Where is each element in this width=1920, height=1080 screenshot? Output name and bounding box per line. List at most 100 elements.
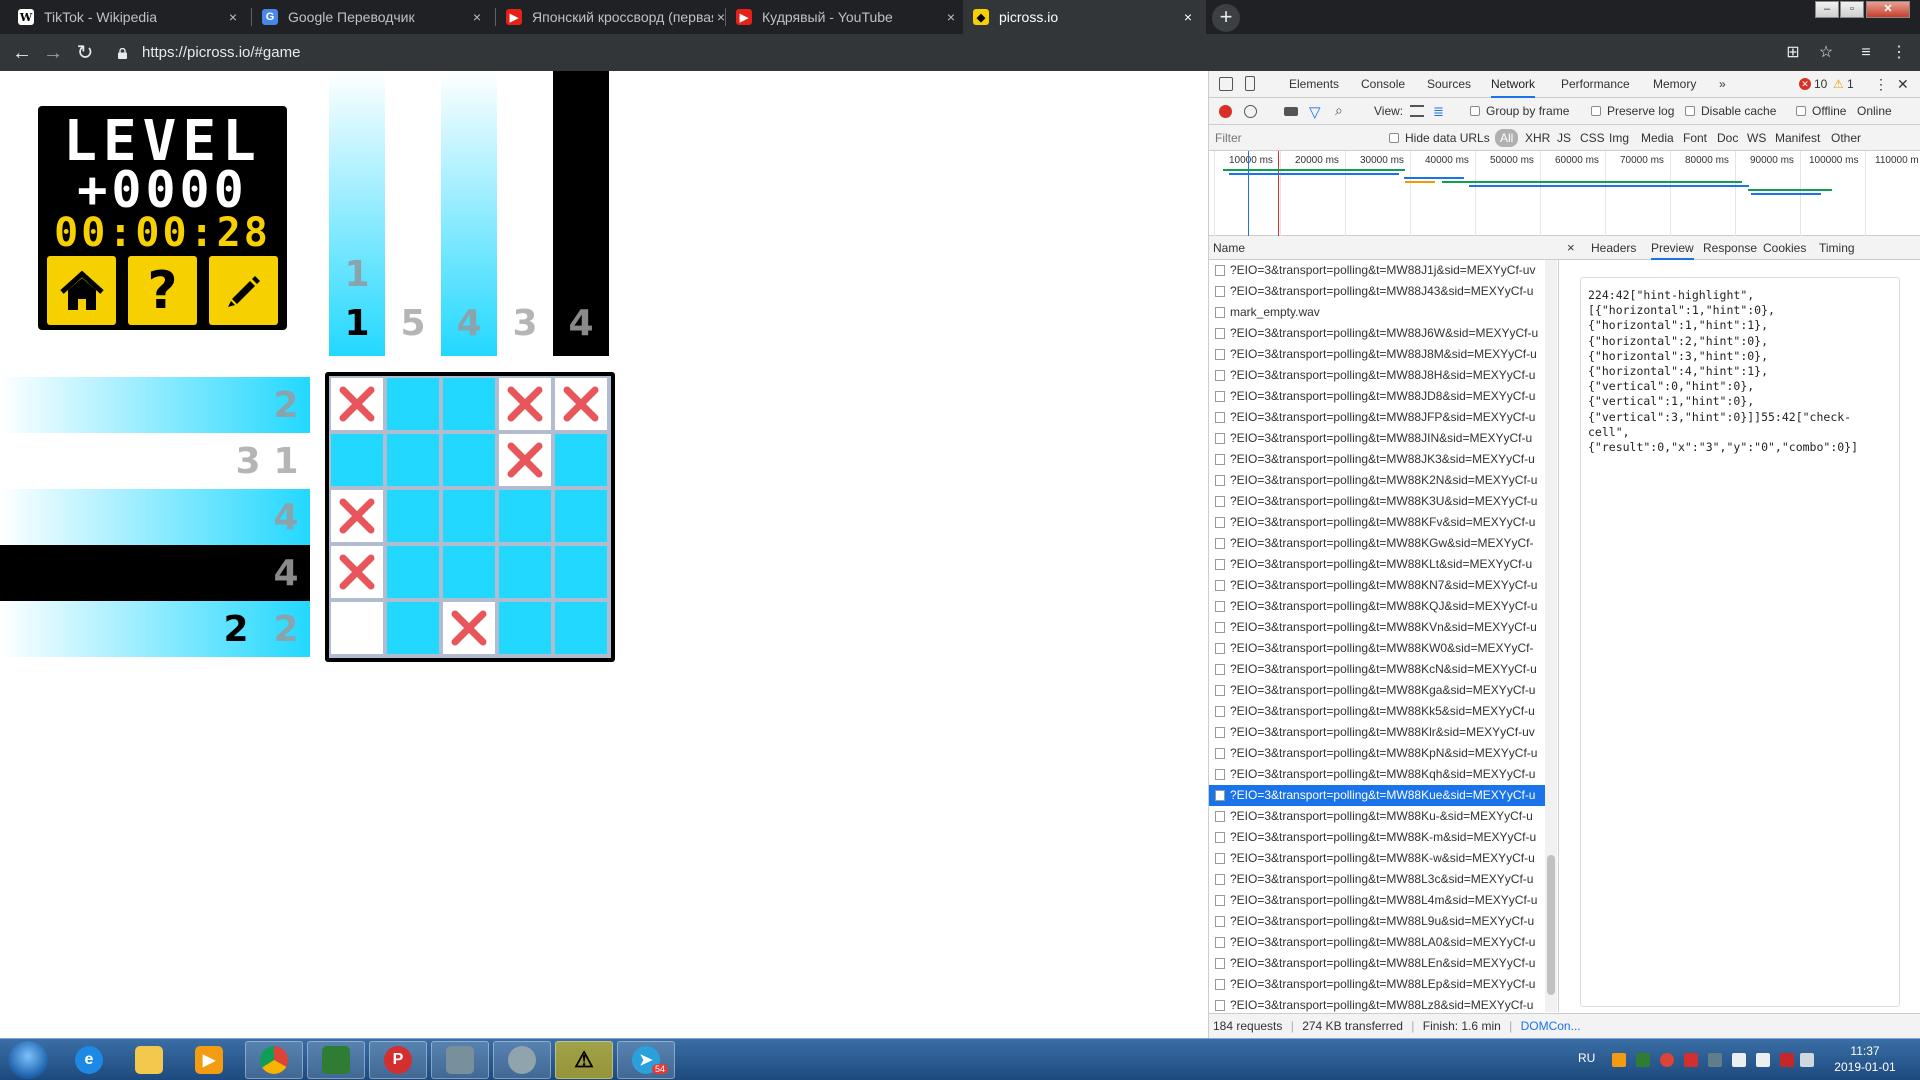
filter-input[interactable] xyxy=(1213,128,1383,148)
grid-cell-marked[interactable] xyxy=(331,490,383,542)
filter-manifest[interactable]: Manifest xyxy=(1775,125,1820,151)
detail-tab-timing[interactable]: Timing xyxy=(1819,236,1855,260)
grid-cell-filled[interactable] xyxy=(387,546,439,598)
request-row[interactable]: ?EIO=3&transport=polling&t=MW88KN7&sid=M… xyxy=(1209,575,1549,596)
tray-psiphon-icon[interactable] xyxy=(1684,1053,1698,1067)
request-row[interactable]: ?EIO=3&transport=polling&t=MW88K-m&sid=M… xyxy=(1209,827,1549,848)
filter-icon[interactable]: ▽ xyxy=(1309,103,1321,121)
inspect-icon[interactable] xyxy=(1219,77,1233,91)
error-count[interactable]: 10 xyxy=(1814,71,1827,98)
request-row[interactable]: ?EIO=3&transport=polling&t=MW88KW0&sid=M… xyxy=(1209,638,1549,659)
request-row[interactable]: ?EIO=3&transport=polling&t=MW88Kue&sid=M… xyxy=(1209,785,1549,806)
request-row[interactable]: ?EIO=3&transport=polling&t=MW88L3c&sid=M… xyxy=(1209,869,1549,890)
settings-menu-icon[interactable]: ⋮ xyxy=(1874,71,1888,98)
request-row[interactable]: ?EIO=3&transport=polling&t=MW88Ku-&sid=M… xyxy=(1209,806,1549,827)
grid-cell-filled[interactable] xyxy=(555,490,607,542)
grid-cell-marked[interactable] xyxy=(331,546,383,598)
request-row[interactable]: ?EIO=3&transport=polling&t=MW88Klr&sid=M… xyxy=(1209,722,1549,743)
tray-icon[interactable] xyxy=(1636,1053,1650,1067)
warning-count[interactable]: 1 xyxy=(1847,71,1854,98)
request-row[interactable]: ?EIO=3&transport=polling&t=MW88Kk5&sid=M… xyxy=(1209,701,1549,722)
grid-cell-marked[interactable] xyxy=(331,378,383,430)
tab-sources[interactable]: Sources xyxy=(1427,71,1471,98)
reload-icon[interactable]: ↻ xyxy=(72,40,98,66)
request-row[interactable]: ?EIO=3&transport=polling&t=MW88KVn&sid=M… xyxy=(1209,617,1549,638)
device-toggle-icon[interactable] xyxy=(1245,76,1255,91)
clock[interactable]: 11:37 2019-01-01 xyxy=(1820,1043,1910,1075)
request-row[interactable]: ?EIO=3&transport=polling&t=MW88J8H&sid=M… xyxy=(1209,365,1549,386)
taskbar-telegram[interactable]: ➤ 54 xyxy=(617,1041,675,1079)
close-detail-icon[interactable]: × xyxy=(1567,236,1575,260)
request-row[interactable]: ?EIO=3&transport=polling&t=MW88J8M&sid=M… xyxy=(1209,344,1549,365)
grid-cell-filled[interactable] xyxy=(555,546,607,598)
request-row[interactable]: ?EIO=3&transport=polling&t=MW88LEp&sid=M… xyxy=(1209,974,1549,995)
detail-tab-cookies[interactable]: Cookies xyxy=(1763,236,1806,260)
tab-memory[interactable]: Memory xyxy=(1653,71,1696,98)
detail-tab-response[interactable]: Response xyxy=(1703,236,1757,260)
request-list-scrollbar[interactable] xyxy=(1545,260,1557,1012)
request-row[interactable]: ?EIO=3&transport=polling&t=MW88LA0&sid=M… xyxy=(1209,932,1549,953)
volume-icon[interactable] xyxy=(1756,1053,1770,1067)
request-row[interactable]: ?EIO=3&transport=polling&t=MW88K-w&sid=M… xyxy=(1209,848,1549,869)
throttling-select[interactable]: Online xyxy=(1857,98,1892,124)
request-row[interactable]: ?EIO=3&transport=polling&t=MW88JIN&sid=M… xyxy=(1209,428,1549,449)
close-icon[interactable]: × xyxy=(1180,9,1196,25)
filter-doc[interactable]: Doc xyxy=(1717,125,1738,151)
maximize-icon[interactable]: ▫ xyxy=(1840,1,1864,18)
request-row[interactable]: ?EIO=3&transport=polling&t=MW88Lz8&sid=M… xyxy=(1209,995,1549,1012)
tray-icon[interactable] xyxy=(1732,1053,1746,1067)
edit-button[interactable] xyxy=(209,256,278,325)
name-column-header[interactable]: Name xyxy=(1209,236,1559,260)
waterfall-icon[interactable]: ≣ xyxy=(1433,104,1444,120)
close-devtools-icon[interactable]: ✕ xyxy=(1897,71,1909,98)
taskbar-explorer[interactable] xyxy=(120,1041,178,1079)
network-icon[interactable] xyxy=(1780,1053,1794,1067)
request-row[interactable]: ?EIO=3&transport=polling&t=MW88Kga&sid=M… xyxy=(1209,680,1549,701)
filter-js[interactable]: JS xyxy=(1557,125,1571,151)
browser-tab[interactable]: W TikTok - Wikipedia × xyxy=(8,0,251,34)
camera-icon[interactable] xyxy=(1284,107,1298,116)
tab-network[interactable]: Network xyxy=(1491,71,1536,98)
offline-checkbox[interactable] xyxy=(1796,106,1806,116)
search-icon[interactable]: ⌕ xyxy=(1335,102,1343,119)
scrollbar-thumb[interactable] xyxy=(1547,855,1555,995)
request-row[interactable]: ?EIO=3&transport=polling&t=MW88KGw&sid=M… xyxy=(1209,533,1549,554)
tray-icon[interactable] xyxy=(1612,1053,1626,1067)
request-row[interactable]: ?EIO=3&transport=polling&t=MW88LEn&sid=M… xyxy=(1209,953,1549,974)
signal-icon[interactable] xyxy=(1800,1053,1814,1067)
grid-cell-empty[interactable] xyxy=(331,602,383,654)
detail-tab-preview[interactable]: Preview xyxy=(1651,236,1694,260)
filter-css[interactable]: CSS xyxy=(1580,125,1605,151)
filter-all[interactable]: All xyxy=(1495,129,1519,147)
request-row[interactable]: ?EIO=3&transport=polling&t=MW88Kqh&sid=M… xyxy=(1209,764,1549,785)
grid-cell-filled[interactable] xyxy=(331,434,383,486)
group-by-frame-checkbox[interactable] xyxy=(1470,106,1480,116)
request-row[interactable]: ?EIO=3&transport=polling&t=MW88KLt&sid=M… xyxy=(1209,554,1549,575)
grid-cell-filled[interactable] xyxy=(443,378,495,430)
filter-img[interactable]: Img xyxy=(1609,125,1629,151)
request-row[interactable]: ?EIO=3&transport=polling&t=MW88KcN&sid=M… xyxy=(1209,659,1549,680)
grid-cell-marked[interactable] xyxy=(443,602,495,654)
close-icon[interactable]: × xyxy=(225,9,241,25)
taskbar-media-player[interactable]: ▶ xyxy=(180,1041,238,1079)
request-row[interactable]: ?EIO=3&transport=polling&t=MW88L9u&sid=M… xyxy=(1209,911,1549,932)
home-button[interactable] xyxy=(47,256,116,325)
translate-icon[interactable]: ⊞ xyxy=(1782,42,1804,64)
tab-elements[interactable]: Elements xyxy=(1289,71,1339,98)
request-row[interactable]: ?EIO=3&transport=polling&t=MW88K3U&sid=M… xyxy=(1209,491,1549,512)
filter-xhr[interactable]: XHR xyxy=(1525,125,1550,151)
request-row[interactable]: ?EIO=3&transport=polling&t=MW88JFP&sid=M… xyxy=(1209,407,1549,428)
grid-cell-filled[interactable] xyxy=(499,602,551,654)
taskbar-app-active[interactable]: ⚠ xyxy=(555,1041,613,1079)
preserve-log-checkbox[interactable] xyxy=(1591,106,1601,116)
tray-icon[interactable] xyxy=(1708,1053,1722,1067)
browser-tab[interactable]: ▶ Кудрявый - YouTube × xyxy=(726,0,969,34)
request-row[interactable]: ?EIO=3&transport=polling&t=MW88J6W&sid=M… xyxy=(1209,323,1549,344)
request-row[interactable]: ?EIO=3&transport=polling&t=MW88KpN&sid=M… xyxy=(1209,743,1549,764)
tab-console[interactable]: Console xyxy=(1361,71,1405,98)
grid-cell-filled[interactable] xyxy=(499,490,551,542)
tray-chrome-icon[interactable] xyxy=(1660,1053,1674,1067)
forward-icon[interactable]: → xyxy=(40,40,66,66)
taskbar-app[interactable]: P xyxy=(369,1041,427,1079)
tab-performance[interactable]: Performance xyxy=(1561,71,1630,98)
